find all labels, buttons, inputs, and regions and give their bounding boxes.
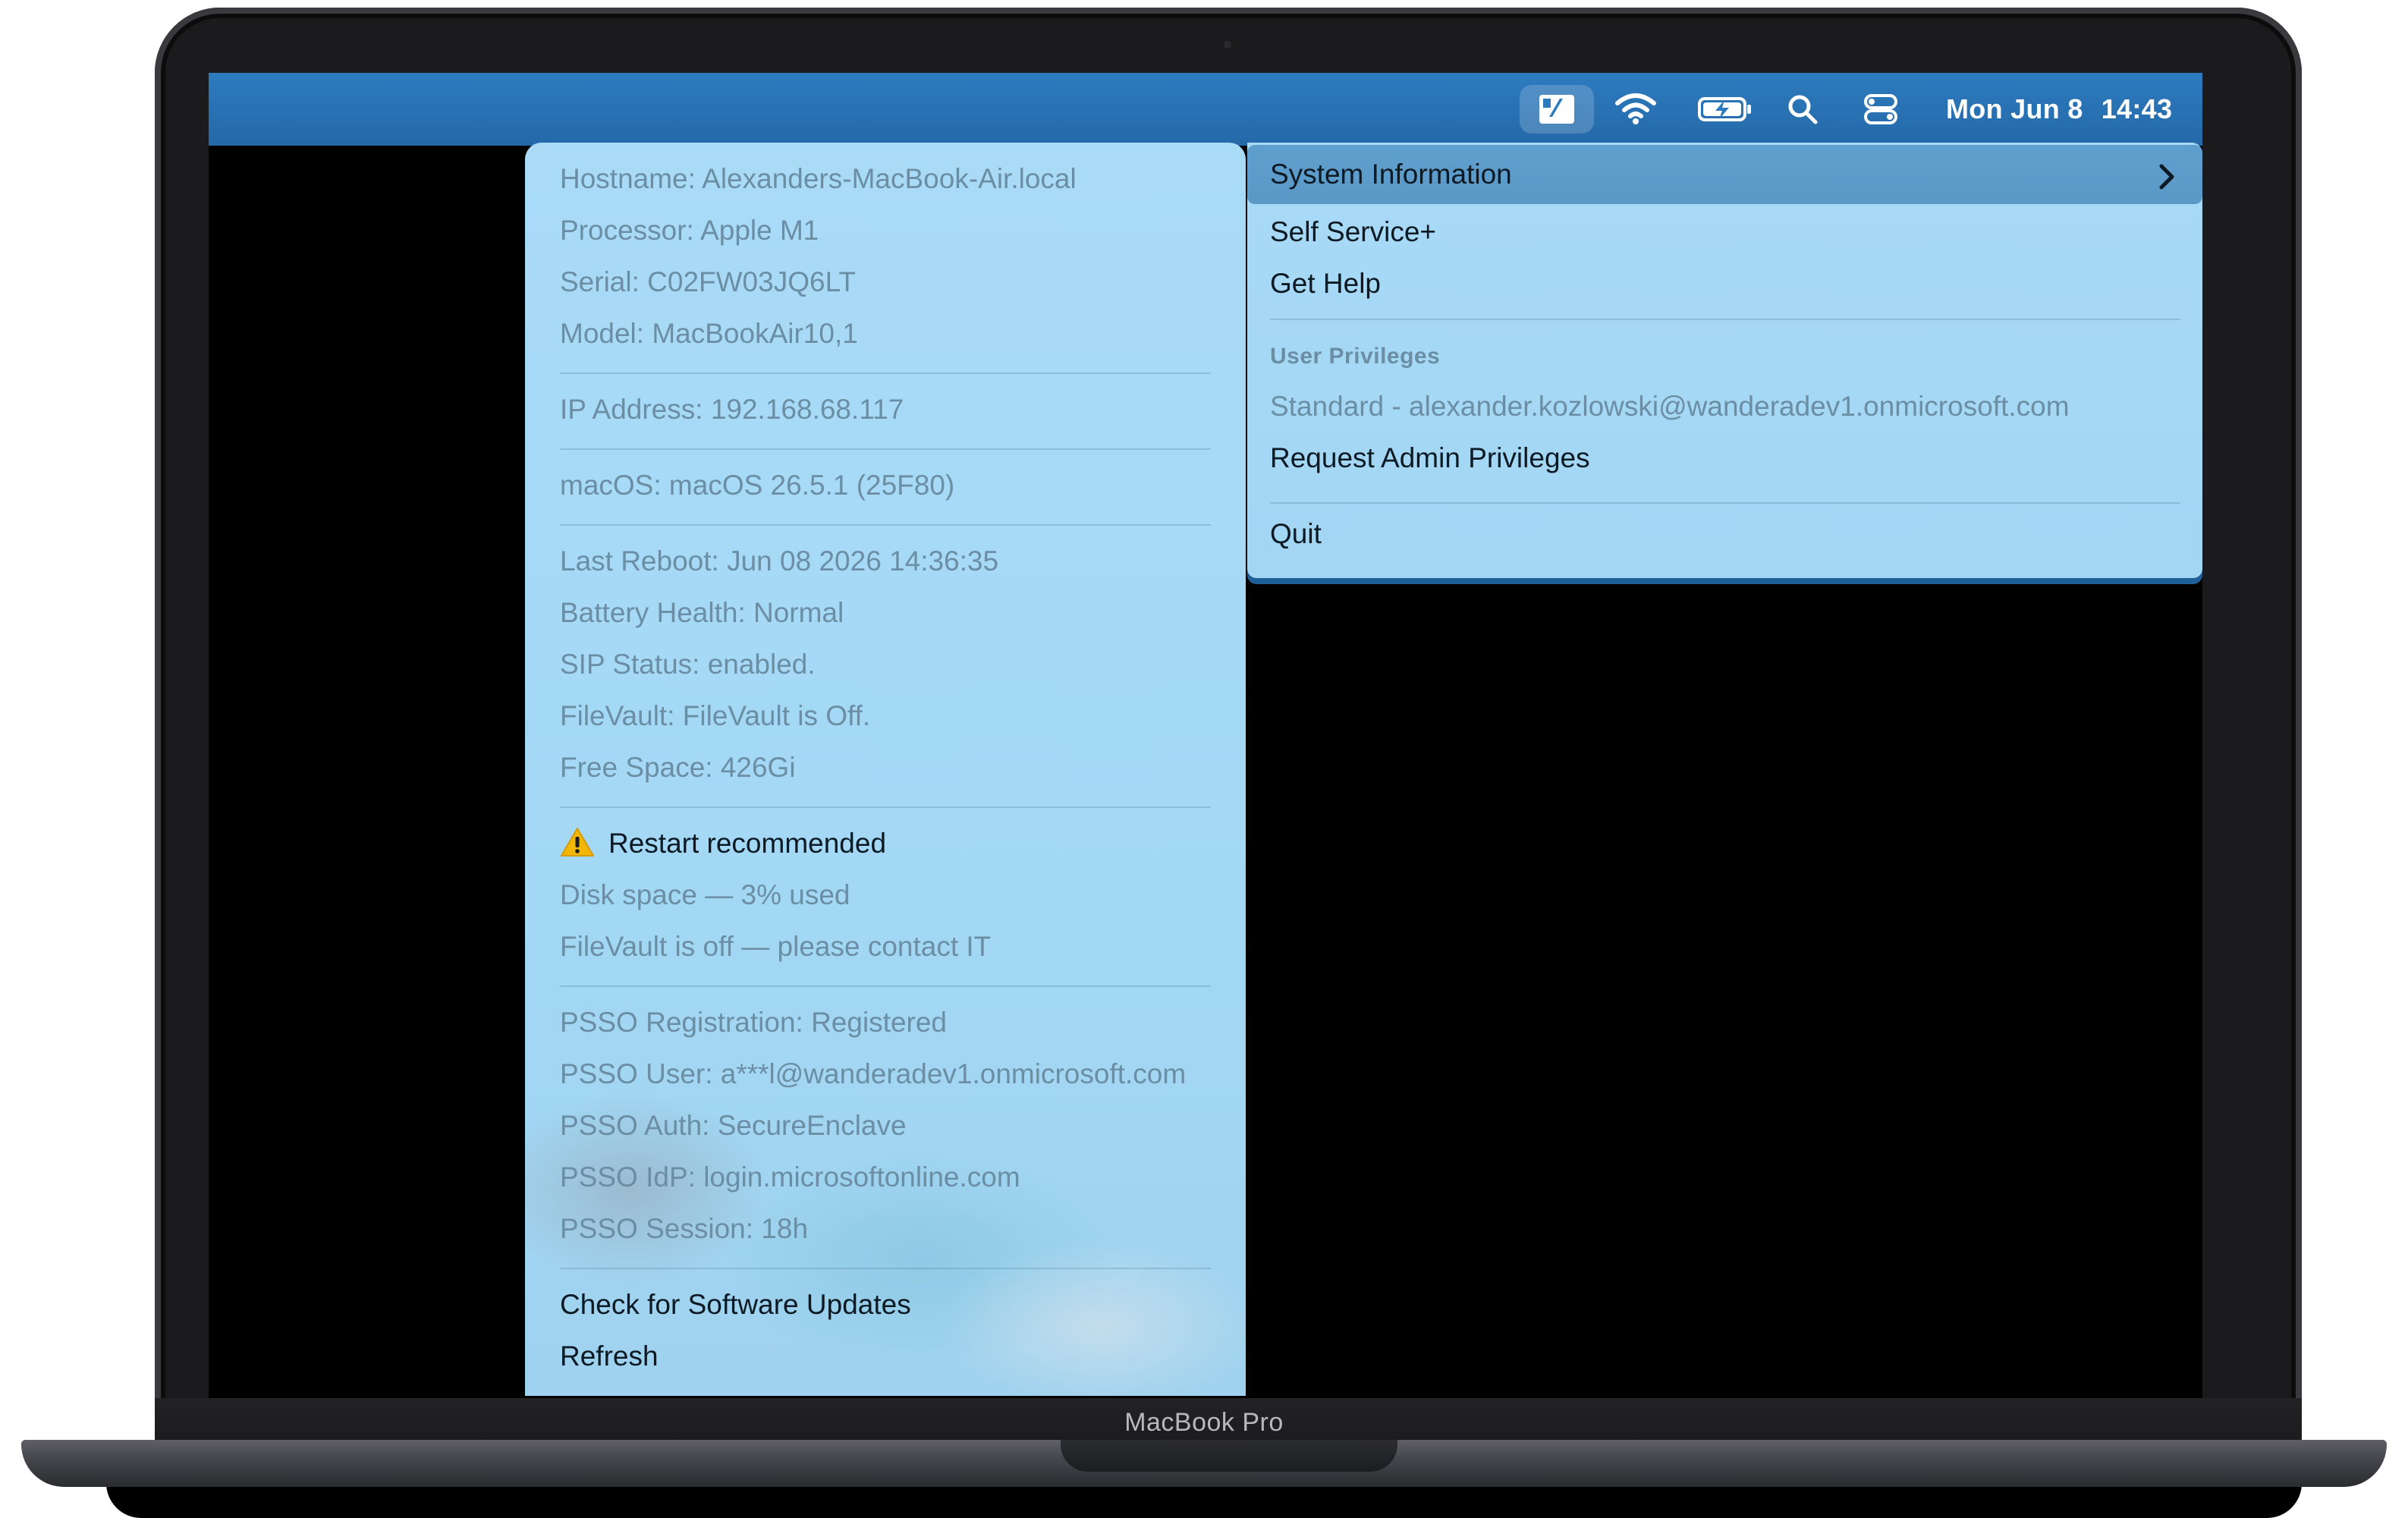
filevault-alert: FileVault is off — please contact IT xyxy=(560,931,992,962)
psso-user-item: PSSO User: a***l@wanderadev1.onmicrosoft… xyxy=(560,1058,1187,1089)
search-icon[interactable] xyxy=(1780,73,1825,146)
control-center-icon[interactable] xyxy=(1856,73,1905,146)
sip-status-item: SIP Status: enabled. xyxy=(560,649,816,680)
menu-separator xyxy=(560,1268,1211,1269)
system-information-item[interactable]: System Information xyxy=(1247,145,2202,204)
lid-opening-notch xyxy=(1061,1440,1397,1472)
get-help-item[interactable]: Get Help xyxy=(1270,261,1381,306)
check-updates-item[interactable]: Check for Software Updates xyxy=(560,1282,911,1328)
psso-session-item: PSSO Session: 18h xyxy=(560,1213,809,1244)
laptop-mockup: Mon Jun 8 14:43 Hostname: Alexanders-Mac… xyxy=(0,0,2408,1518)
restart-recommended-label: Restart recommended xyxy=(608,828,887,859)
app-menu: System Information Self Service+ Get Hel… xyxy=(1247,143,2202,578)
device-label: MacBook Pro xyxy=(1124,1408,1284,1437)
last-reboot-item: Last Reboot: Jun 08 2026 14:36:35 xyxy=(560,545,999,577)
menu-separator xyxy=(560,524,1211,526)
model-item: Model: MacBookAir10,1 xyxy=(560,318,858,349)
refresh-item[interactable]: Refresh xyxy=(560,1334,659,1379)
battery-charging-icon[interactable] xyxy=(1691,73,1759,146)
filevault-item: FileVault: FileVault is Off. xyxy=(560,700,871,731)
menu-bar-clock[interactable]: Mon Jun 8 14:43 xyxy=(1946,73,2181,146)
menu-separator xyxy=(560,448,1211,450)
wifi-icon[interactable] xyxy=(1609,73,1662,146)
psso-idp-item: PSSO IdP: login.microsoftonline.com xyxy=(560,1161,1020,1193)
self-service-app-icon[interactable] xyxy=(1520,85,1594,134)
psso-registration-item: PSSO Registration: Registered xyxy=(560,1007,948,1038)
clock-date: Mon Jun 8 xyxy=(1946,93,2083,124)
laptop-shadow xyxy=(106,1483,2302,1518)
chevron-right-icon xyxy=(2159,164,2174,190)
battery-health-item: Battery Health: Normal xyxy=(560,597,844,628)
self-service-item[interactable]: Self Service+ xyxy=(1270,209,1436,255)
warning-icon xyxy=(561,828,594,856)
system-info-menu: Hostname: Alexanders-MacBook-Air.local P… xyxy=(525,143,1246,1396)
menu-separator xyxy=(560,985,1211,987)
macos-version-item: macOS: macOS 26.5.1 (25F80) xyxy=(560,470,955,501)
privileges-status-item: Standard - alexander.kozlowski@wanderade… xyxy=(1270,391,2070,422)
menu-separator xyxy=(560,806,1211,808)
menu-separator xyxy=(1270,319,2180,320)
menu-separator xyxy=(1270,502,2180,504)
processor-item: Processor: Apple M1 xyxy=(560,215,819,246)
free-space-item: Free Space: 426Gi xyxy=(560,752,796,783)
restart-recommended-item[interactable]: Restart recommended xyxy=(560,821,886,866)
menu-bar: Mon Jun 8 14:43 xyxy=(209,73,2202,146)
ip-address-item: IP Address: 192.168.68.117 xyxy=(560,394,904,425)
psso-auth-item: PSSO Auth: SecureEnclave xyxy=(560,1110,907,1141)
request-admin-item[interactable]: Request Admin Privileges xyxy=(1270,435,1590,481)
user-privileges-header: User Privileges xyxy=(1270,344,1441,369)
system-information-label: System Information xyxy=(1270,159,1512,190)
disk-space-alert: Disk space — 3% used xyxy=(560,879,850,910)
serial-item: Serial: C02FW03JQ6LT xyxy=(560,266,856,297)
clock-time: 14:43 xyxy=(2101,93,2173,124)
menu-separator xyxy=(560,372,1211,374)
hostname-item: Hostname: Alexanders-MacBook-Air.local xyxy=(560,163,1077,194)
quit-item[interactable]: Quit xyxy=(1270,511,1322,557)
camera-icon xyxy=(1224,41,1231,49)
